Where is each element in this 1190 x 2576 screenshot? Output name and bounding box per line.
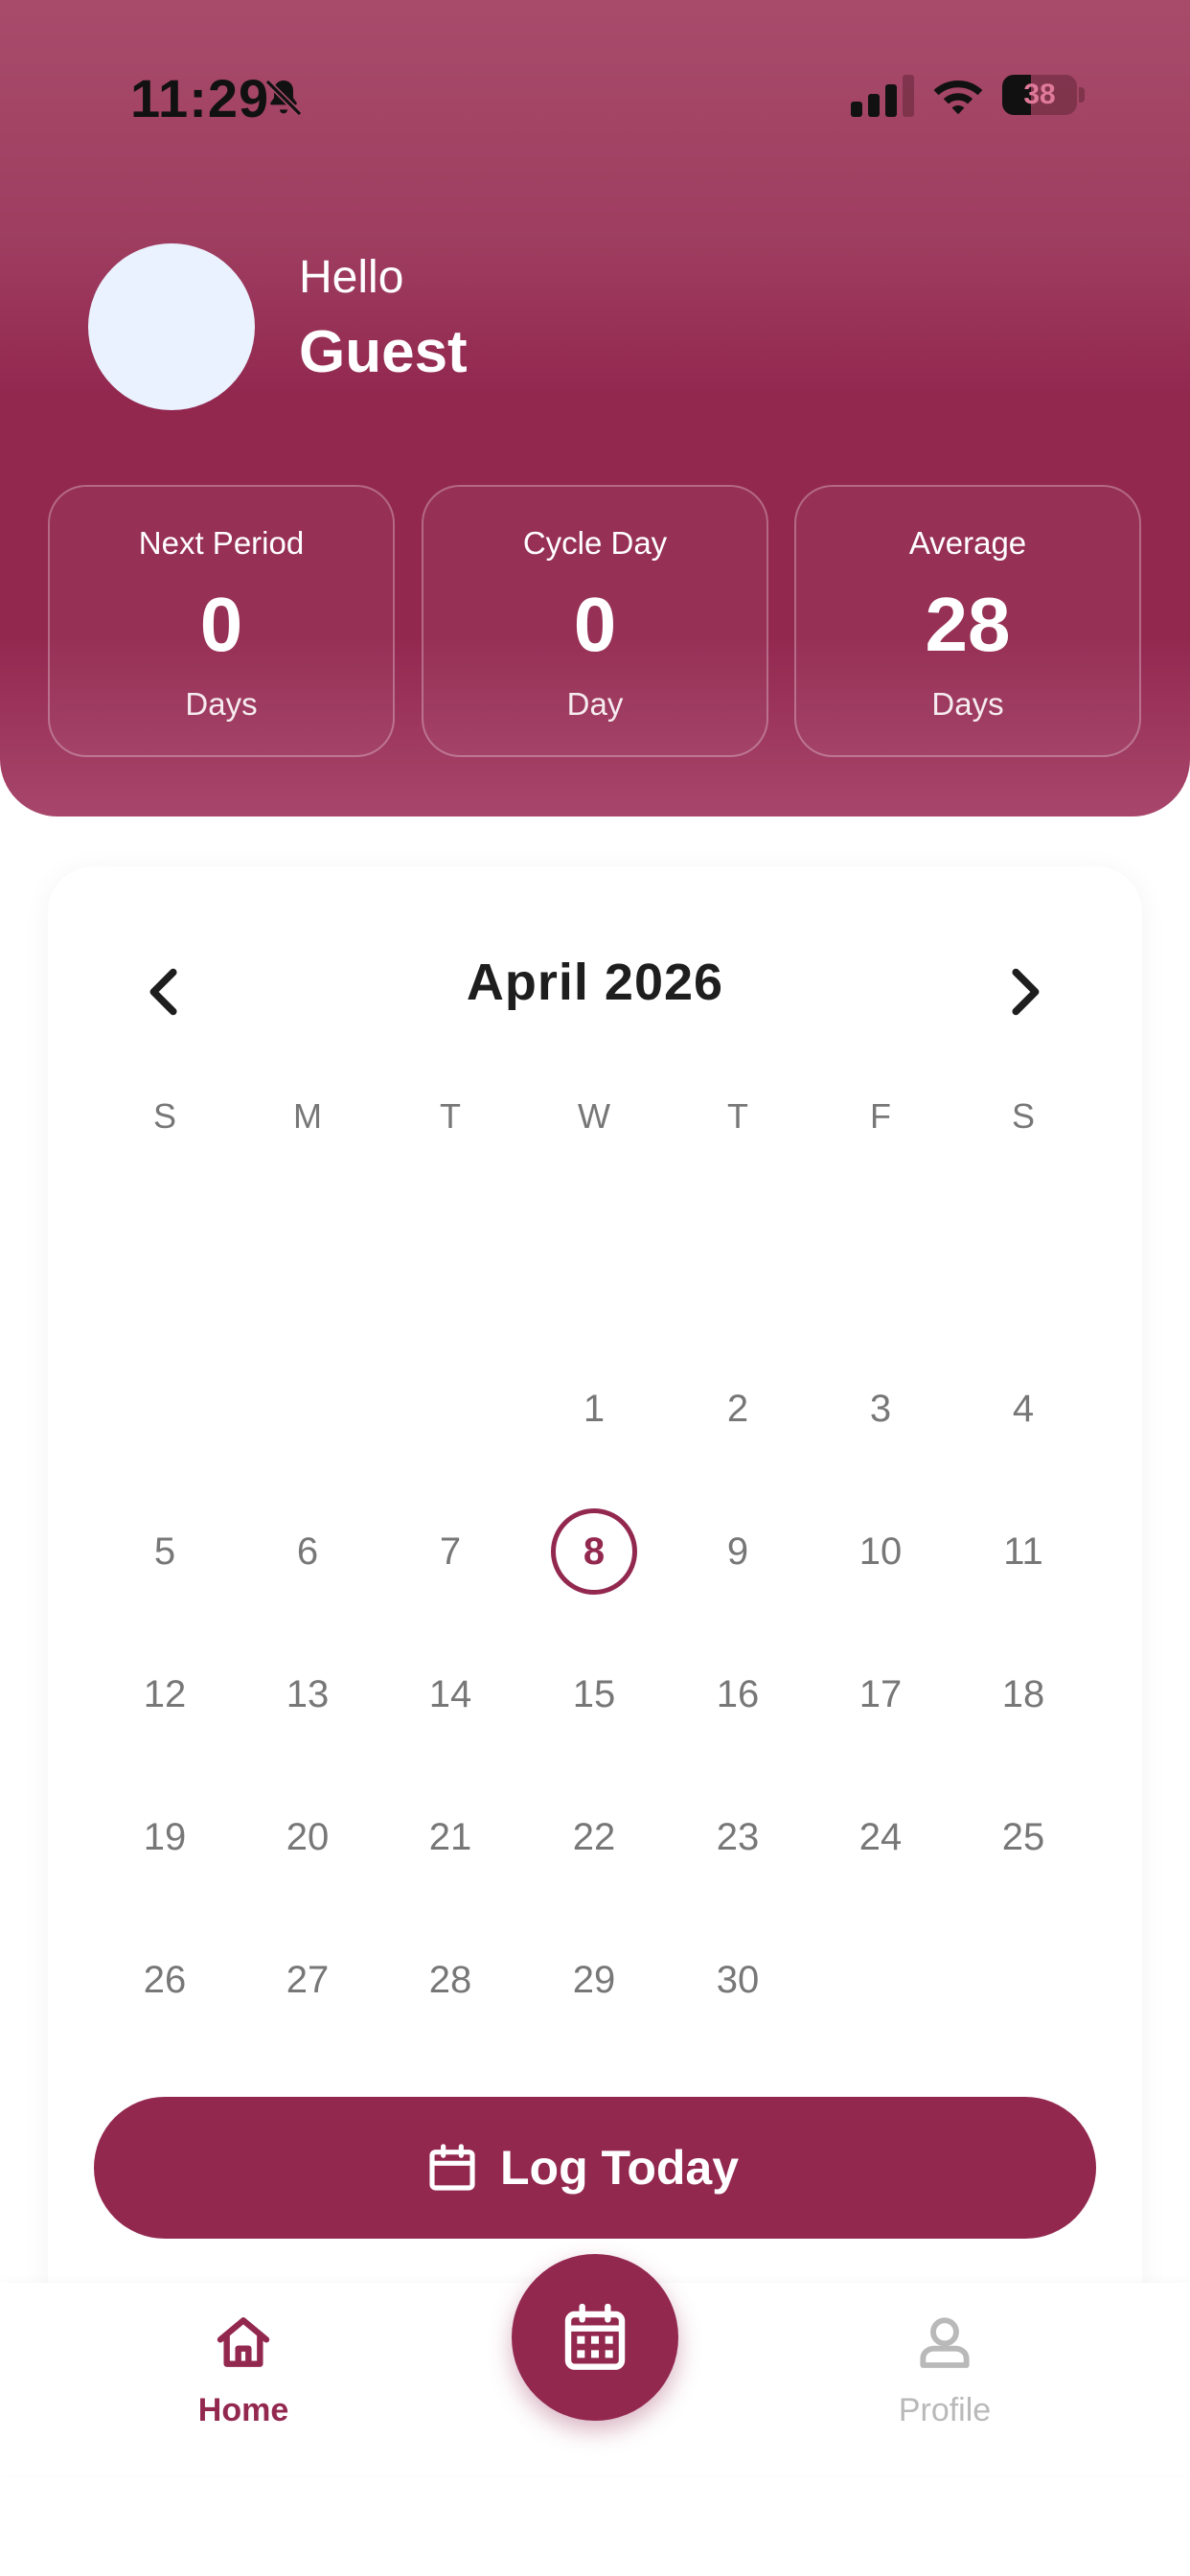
- stat-unit: Days: [185, 686, 258, 722]
- calendar-day[interactable]: 9: [695, 1508, 781, 1595]
- weekday-label: S: [1011, 1096, 1035, 1136]
- calendar-day[interactable]: 17: [837, 1651, 924, 1737]
- calendar-day[interactable]: 7: [407, 1508, 493, 1595]
- battery-percentage: 38: [1023, 79, 1056, 110]
- nav-profile[interactable]: Profile: [849, 2312, 1041, 2446]
- stat-unit: Days: [931, 686, 1004, 722]
- bell-off-icon: [264, 79, 303, 117]
- app-screen: 11:29 38 Hello Guest Next Period 0 Days …: [0, 0, 1190, 2576]
- status-time: 11:29: [130, 68, 270, 128]
- calendar-day[interactable]: 10: [837, 1508, 924, 1595]
- calendar-day[interactable]: 30: [695, 1937, 781, 2023]
- weekday-label: W: [578, 1096, 610, 1136]
- nav-home[interactable]: Home: [148, 2312, 339, 2446]
- wifi-icon: [933, 80, 983, 115]
- profile-icon: [920, 2317, 970, 2368]
- calendar-day[interactable]: 19: [122, 1794, 208, 1880]
- calendar-day[interactable]: 12: [122, 1651, 208, 1737]
- cellular-signal-icon: [851, 75, 914, 117]
- next-month-button[interactable]: [991, 958, 1058, 1025]
- header: 11:29 38 Hello Guest Next Period 0 Days …: [0, 0, 1190, 816]
- stat-label: Average: [908, 525, 1027, 561]
- calendar-day[interactable]: 22: [551, 1794, 637, 1880]
- stat-card-cycle-day: Cycle Day 0 Day: [422, 485, 768, 757]
- nav-profile-label: Profile: [898, 2392, 992, 2428]
- calendar-day[interactable]: 27: [264, 1937, 351, 2023]
- stat-label: Next Period: [138, 525, 305, 561]
- calendar-day[interactable]: 24: [837, 1794, 924, 1880]
- calendar-icon: [429, 2144, 475, 2191]
- calendar-grid-icon: [564, 2304, 626, 2370]
- calendar-day[interactable]: 28: [407, 1937, 493, 2023]
- calendar-day[interactable]: 4: [980, 1366, 1066, 1452]
- username-text: Guest: [299, 319, 468, 385]
- stat-card-next-period: Next Period 0 Days: [48, 485, 395, 757]
- calendar-day[interactable]: 13: [264, 1651, 351, 1737]
- calendar-day[interactable]: 2: [695, 1366, 781, 1452]
- stat-value: 0: [573, 582, 617, 667]
- stat-unit: Day: [566, 686, 624, 722]
- calendar-day[interactable]: 6: [264, 1508, 351, 1595]
- weekday-label: F: [870, 1096, 891, 1136]
- home-icon: [217, 2317, 270, 2367]
- log-today-label: Log Today: [500, 2141, 740, 2195]
- calendar-fab-button[interactable]: [512, 2254, 678, 2421]
- log-today-button[interactable]: Log Today: [94, 2097, 1096, 2239]
- calendar-day[interactable]: 18: [980, 1651, 1066, 1737]
- calendar-day[interactable]: 21: [407, 1794, 493, 1880]
- calendar-day[interactable]: 3: [837, 1366, 924, 1452]
- calendar-day[interactable]: 11: [980, 1508, 1066, 1595]
- calendar-day[interactable]: 25: [980, 1794, 1066, 1880]
- battery-indicator: 38: [1002, 75, 1085, 115]
- nav-home-label: Home: [197, 2392, 289, 2428]
- stat-label: Cycle Day: [522, 525, 668, 561]
- status-bar: 11:29 38: [0, 0, 1190, 192]
- calendar-day[interactable]: 29: [551, 1937, 637, 2023]
- stat-card-average: Average 28 Days: [794, 485, 1141, 757]
- stat-value: 0: [199, 582, 243, 667]
- calendar-day[interactable]: 26: [122, 1937, 208, 2023]
- weekday-label: T: [440, 1096, 461, 1136]
- calendar-day-today[interactable]: 8: [551, 1508, 637, 1595]
- calendar-day[interactable]: 14: [407, 1651, 493, 1737]
- calendar-day[interactable]: 15: [551, 1651, 637, 1737]
- calendar-day[interactable]: 5: [122, 1508, 208, 1595]
- calendar-day[interactable]: 16: [695, 1651, 781, 1737]
- avatar[interactable]: [88, 243, 255, 410]
- greeting-text: Hello: [299, 252, 404, 303]
- weekday-label: S: [152, 1096, 176, 1136]
- weekday-label: T: [727, 1096, 748, 1136]
- calendar-day[interactable]: 1: [551, 1366, 637, 1452]
- stat-value: 28: [925, 582, 1011, 667]
- weekday-label: M: [293, 1096, 322, 1136]
- calendar-day[interactable]: 23: [695, 1794, 781, 1880]
- calendar-day[interactable]: 20: [264, 1794, 351, 1880]
